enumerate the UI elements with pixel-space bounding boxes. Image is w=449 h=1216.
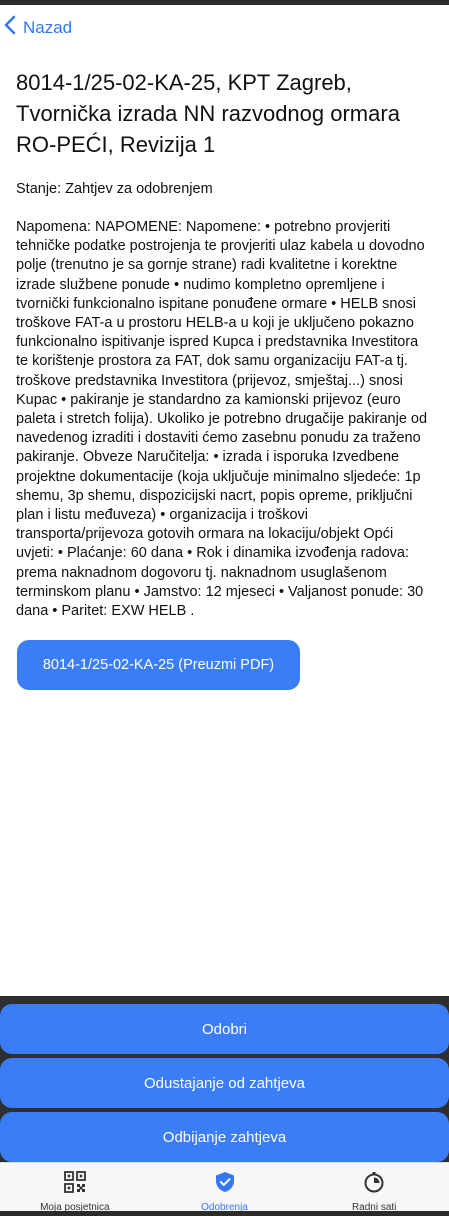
- tab-odobrenja[interactable]: Odobrenja: [150, 1163, 300, 1211]
- qr-code-icon: [63, 1171, 86, 1198]
- tab-label: Moja posjetnica: [40, 1202, 110, 1213]
- approve-button[interactable]: Odobri: [0, 1004, 449, 1054]
- request-note: Napomena: NAPOMENE: Napomene: • potrebno…: [16, 219, 428, 620]
- stopwatch-icon: [363, 1171, 385, 1198]
- action-buttons-panel: Odobri Odustajanje od zahtjeva Odbijanje…: [0, 996, 449, 1167]
- chevron-left-icon: [3, 15, 17, 40]
- bottom-tab-bar: Moja posjetnica Odobrenja Radni sati: [0, 1162, 449, 1211]
- reject-request-button[interactable]: Odbijanje zahtjeva: [0, 1112, 449, 1162]
- tab-label: Radni sati: [351, 1202, 397, 1213]
- top-nav-bar: Nazad: [0, 5, 449, 50]
- request-title: 8014-1/25-02-KA-25, KPT Zagreb, Tvorničk…: [16, 70, 400, 157]
- app-screen: Nazad 8014-1/25-02-KA-25, KPT Zagreb, Tv…: [0, 0, 449, 1216]
- download-pdf-button[interactable]: 8014-1/25-02-KA-25 (Preuzmi PDF): [17, 640, 300, 691]
- tab-label: Odobrenja: [201, 1202, 248, 1213]
- shield-check-icon: [214, 1171, 236, 1198]
- withdraw-request-button[interactable]: Odustajanje od zahtjeva: [0, 1058, 449, 1108]
- back-button[interactable]: Nazad: [3, 15, 72, 40]
- tab-radni-sati[interactable]: Radni sati: [299, 1163, 449, 1211]
- tab-moja-posjetnica[interactable]: Moja posjetnica: [0, 1163, 150, 1211]
- back-label: Nazad: [23, 17, 73, 37]
- request-status: Stanje: Zahtjev za odobrenjem: [16, 181, 213, 197]
